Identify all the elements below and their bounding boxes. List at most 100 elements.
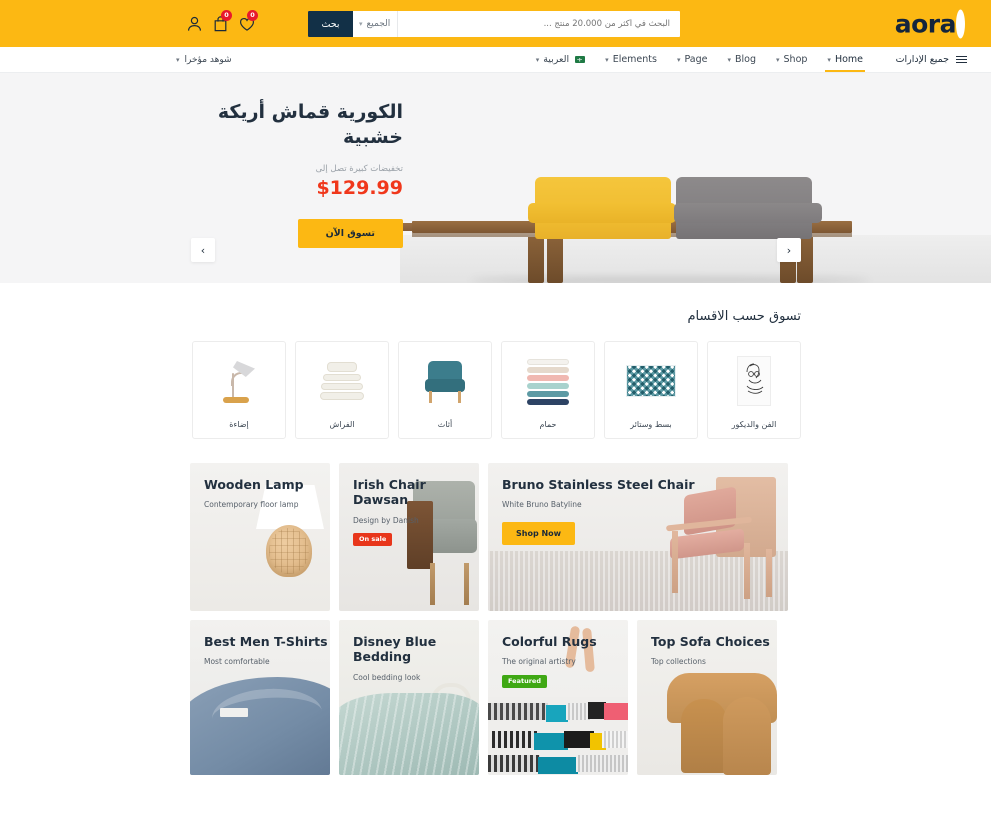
bedding-icon <box>296 342 388 420</box>
category-card-list: الفن والديكور بسط وستائر حمام أثاث الفرا… <box>0 341 991 439</box>
nav-item-home-label: Home <box>834 54 863 65</box>
promo-subtitle: Design by Danish <box>353 515 419 525</box>
search-input[interactable] <box>398 11 680 37</box>
chevron-down-icon: ▾ <box>176 55 180 64</box>
promo-card-bruno-chair[interactable]: Bruno Stainless Steel Chair White Bruno … <box>488 463 788 611</box>
nav-item-elements-label: Elements <box>612 54 657 65</box>
category-label: إضاءة <box>229 420 249 429</box>
hero-price: $129.99 <box>316 177 403 200</box>
promo-badge-on-sale: On sale <box>353 532 393 546</box>
recently-viewed-label: شوهد مؤخرا <box>184 54 232 65</box>
promo-badge-featured: Featured <box>502 674 547 688</box>
category-card-furniture[interactable]: أثاث <box>398 341 492 439</box>
logo-text: aora <box>894 9 957 38</box>
header-icon-group: 0 0 <box>187 9 258 32</box>
category-card-lighting[interactable]: إضاءة <box>192 341 286 439</box>
all-departments-label: جميع الإدارات <box>895 54 949 65</box>
category-label: حمام <box>539 420 557 429</box>
promo-card-colorful-rugs[interactable]: Colorful Rugs The original artistry Feat… <box>488 620 628 775</box>
chevron-down-icon: ▾ <box>359 20 363 28</box>
promo-subtitle: Top collections <box>651 657 706 667</box>
nav-item-blog[interactable]: Blog ▾ <box>717 47 766 72</box>
promo-shop-now-button[interactable]: Shop Now <box>502 521 576 545</box>
nav-item-home[interactable]: Home ▾ <box>817 47 873 72</box>
nav-item-blog-label: Blog <box>735 54 756 65</box>
account-icon[interactable] <box>187 16 202 32</box>
promo-subtitle: Most comfortable <box>204 657 270 667</box>
promo-subtitle: White Bruno Batyline <box>502 500 582 510</box>
nav-item-elements[interactable]: Elements ▾ <box>595 47 667 72</box>
recently-viewed-button[interactable]: شوهد مؤخرا ▾ <box>176 47 232 72</box>
chevron-down-icon: ▾ <box>776 55 780 64</box>
cart-count-badge: 0 <box>221 9 232 21</box>
hero-title: الكورية قماش أريكة خشبية <box>217 101 403 149</box>
search-bar: بحث ▾ الجميع <box>308 11 680 37</box>
promo-title: Wooden Lamp <box>204 477 304 492</box>
desk-lamp-icon <box>193 342 285 420</box>
armchair-icon <box>399 342 491 420</box>
promo-title: Bruno Stainless Steel Chair <box>502 477 695 492</box>
search-category-select[interactable]: ▾ الجميع <box>353 11 399 37</box>
promo-title: Irish Chair Dawsan <box>353 477 426 508</box>
nav-item-language[interactable]: العربية ▾ <box>526 47 595 72</box>
hero-next-arrow-button[interactable]: › <box>777 238 801 262</box>
category-label: بسط وستائر <box>630 420 672 429</box>
category-card-art[interactable]: الفن والديكور <box>707 341 801 439</box>
wishlist-count-badge: 0 <box>247 9 258 21</box>
promo-subtitle: Cool bedding look <box>353 672 421 682</box>
hero-subtitle: تخفيضات كبيرة تصل إلى <box>315 164 403 175</box>
shop-by-category-section: تسوق حسب الاقسام الفن والديكور بسط وستائ… <box>0 283 991 439</box>
nav-item-page-label: Page <box>684 54 708 65</box>
promo-card-irish-chair[interactable]: Irish Chair Dawsan Design by Danish On s… <box>339 463 479 611</box>
nav-item-shop[interactable]: Shop ▾ <box>766 47 817 72</box>
chevron-down-icon: ▾ <box>605 55 609 64</box>
nav-item-language-label: العربية <box>543 54 570 65</box>
promo-card-men-tshirts[interactable]: Best Men T-Shirts Most comfortable <box>190 620 330 775</box>
chevron-down-icon: ▾ <box>676 55 681 64</box>
hero-slider: الكورية قماش أريكة خشبية تخفيضات كبيرة ت… <box>0 73 991 283</box>
wishlist-icon[interactable]: 0 <box>239 9 258 32</box>
nav-item-shop-label: Shop <box>783 54 808 65</box>
rug-icon <box>605 342 697 420</box>
cart-icon[interactable]: 0 <box>213 9 232 32</box>
logo-dot: . <box>956 9 966 38</box>
promo-card-wooden-lamp[interactable]: Wooden Lamp Contemporary floor lamp <box>190 463 330 611</box>
main-navigation-bar: جميع الإدارات Home ▾ Shop ▾ Blog ▾ Page … <box>0 47 991 73</box>
promo-card-top-sofa[interactable]: Top Sofa Choices Top collections <box>637 620 777 775</box>
search-submit-button[interactable]: بحث <box>308 11 353 37</box>
category-section-title: تسوق حسب الاقسام <box>687 309 801 324</box>
algeria-flag-icon <box>575 56 586 63</box>
category-card-bedding[interactable]: الفراش <box>295 341 389 439</box>
promotional-banner-grid: Wooden Lamp Contemporary floor lamp Iris… <box>0 439 991 775</box>
category-card-bath[interactable]: حمام <box>501 341 595 439</box>
category-label: الفراش <box>329 420 355 429</box>
hero-content: الكورية قماش أريكة خشبية تخفيضات كبيرة ت… <box>173 100 403 249</box>
promo-subtitle: Contemporary floor lamp <box>204 500 299 510</box>
nav-item-page[interactable]: Page ▾ <box>667 47 718 72</box>
chevron-down-icon: ▾ <box>727 55 731 64</box>
all-departments-button[interactable]: جميع الإدارات <box>896 47 967 72</box>
category-label: الفن والديكور <box>731 420 777 429</box>
hamburger-menu-icon <box>956 56 967 63</box>
hero-shop-now-button[interactable]: تسوق الآن <box>297 219 403 249</box>
chevron-down-icon: ▾ <box>535 55 540 64</box>
towels-icon <box>502 342 594 420</box>
search-category-label: الجميع <box>366 19 391 29</box>
hero-prev-arrow-button[interactable]: ‹ <box>191 238 215 262</box>
category-label: أثاث <box>437 420 453 429</box>
site-logo[interactable]: aora. <box>894 9 966 38</box>
hero-sofa-illustration <box>0 73 991 283</box>
top-header-bar: 0 0 بحث ▾ الجميع aora. <box>0 0 991 47</box>
framed-art-icon <box>708 342 800 420</box>
promo-title: Top Sofa Choices <box>651 634 770 649</box>
chevron-down-icon: ▾ <box>827 55 831 64</box>
promo-title: Best Men T-Shirts <box>204 634 328 649</box>
nav-items: Home ▾ Shop ▾ Blog ▾ Page ▾ Elements ▾ ا… <box>526 47 873 72</box>
category-card-rugs[interactable]: بسط وستائر <box>604 341 698 439</box>
promo-subtitle: The original artistry <box>502 657 576 667</box>
promo-card-disney-bedding[interactable]: Disney Blue Bedding Cool bedding look <box>339 620 479 775</box>
promo-title: Disney Blue Bedding <box>353 634 437 665</box>
promo-row-2: Best Men T-Shirts Most comfortable Disne… <box>190 620 801 775</box>
promo-title: Colorful Rugs <box>502 634 597 649</box>
promo-row-1: Wooden Lamp Contemporary floor lamp Iris… <box>190 463 801 611</box>
